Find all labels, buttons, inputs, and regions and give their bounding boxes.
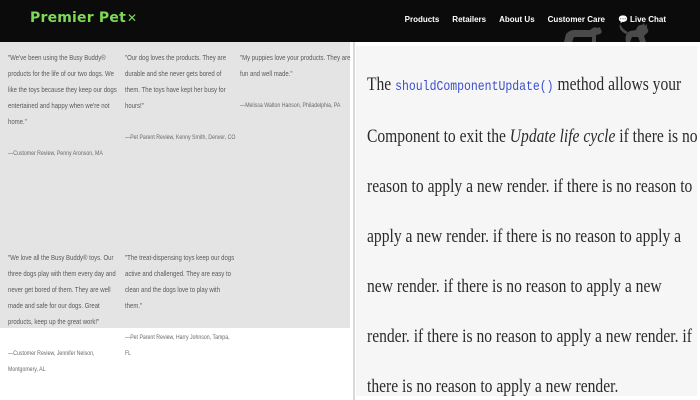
testimonial-text: "We love all the Busy Buddy® toys. Our t… bbox=[8, 253, 116, 326]
content-panel: The shouldComponentUpdate() method allow… bbox=[356, 46, 698, 397]
nav-about-us[interactable]: About Us bbox=[499, 15, 535, 24]
testimonial: "We love all the Busy Buddy® toys. Our t… bbox=[8, 250, 118, 378]
brand-name: Premier Pet bbox=[30, 10, 126, 26]
panel-paragraph: The shouldComponentUpdate() method allow… bbox=[367, 60, 700, 400]
pets-silhouette-icon bbox=[564, 23, 649, 42]
testimonial-author: —Customer Review, Jennifer Nelson, Montg… bbox=[8, 350, 95, 373]
testimonial-author: —Pet Parent Review, Kenny Smith, Denver,… bbox=[125, 134, 236, 141]
lifecycle-emphasis: Update life cycle bbox=[509, 126, 616, 147]
nav-products[interactable]: Products bbox=[405, 15, 440, 24]
testimonial-text: "Our dog loves the products. They are du… bbox=[125, 53, 227, 110]
testimonial: "We've been using the Busy Buddy® produc… bbox=[8, 50, 118, 162]
panel-text-part: if there is no reason to apply a new ren… bbox=[367, 126, 698, 397]
nav-retailers[interactable]: Retailers bbox=[452, 15, 486, 24]
testimonial-author: —Pet Parent Review, Harry Johnson, Tampa… bbox=[125, 334, 230, 357]
column-divider bbox=[353, 42, 355, 400]
testimonial-text: "The treat-dispensing toys keep our dogs… bbox=[125, 253, 235, 310]
testimonial-text: "We've been using the Busy Buddy® produc… bbox=[8, 53, 117, 126]
testimonial-author: —Melissa Walton Hanson, Philadelphia, PA bbox=[240, 102, 341, 109]
method-name-code: shouldComponentUpdate() bbox=[395, 79, 554, 95]
testimonial-text: "My puppies love your products. They are… bbox=[240, 53, 351, 78]
panel-lead: The bbox=[367, 74, 392, 95]
site-header: Premier Pet✕ Products Retailers About Us… bbox=[0, 0, 700, 42]
testimonial-author: —Customer Review, Penny Aronson, MA bbox=[8, 150, 103, 157]
testimonial: "The treat-dispensing toys keep our dogs… bbox=[125, 250, 235, 362]
testimonial: "My puppies love your products. They are… bbox=[240, 50, 350, 114]
testimonial: "Our dog loves the products. They are du… bbox=[125, 50, 235, 146]
brand-mark: ✕ bbox=[126, 11, 138, 25]
brand-logo[interactable]: Premier Pet✕ bbox=[30, 10, 137, 26]
testimonials-section: "We've been using the Busy Buddy® produc… bbox=[0, 42, 350, 400]
